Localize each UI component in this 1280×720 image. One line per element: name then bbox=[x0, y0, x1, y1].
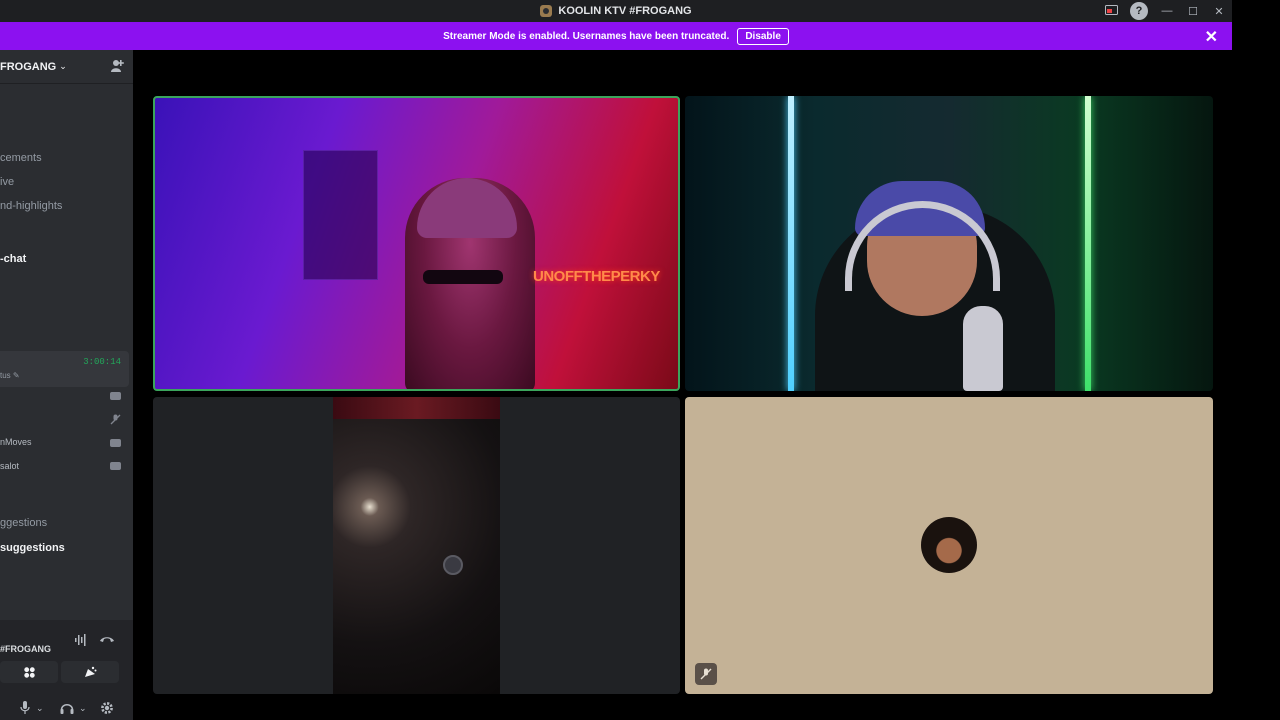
soundboard-icon bbox=[85, 666, 97, 677]
window-title-group: KOOLIN KTV #FROGANG bbox=[540, 5, 692, 17]
banner-message: Streamer Mode is enabled. Usernames have… bbox=[443, 30, 730, 42]
disconnect-icon[interactable] bbox=[99, 632, 115, 646]
video-tile-speaking[interactable]: UNOFFTHEPERKY bbox=[153, 96, 680, 391]
maximize-button[interactable]: ☐ bbox=[1180, 0, 1206, 22]
background-shelf bbox=[303, 150, 378, 280]
channel-sidebar: FROGANG ⌄ cements ive nd-highlights -cha… bbox=[0, 50, 133, 720]
server-header[interactable]: FROGANG ⌄ bbox=[0, 50, 133, 84]
activities-button[interactable] bbox=[0, 661, 58, 683]
led-strip-green bbox=[1085, 96, 1091, 391]
close-window-button[interactable]: ✕ bbox=[1206, 0, 1232, 22]
participant-sunglasses bbox=[423, 270, 503, 284]
participant-microphone bbox=[963, 306, 1003, 391]
voice-status[interactable]: tus ✎ bbox=[0, 371, 20, 380]
muted-mic-icon bbox=[695, 663, 717, 685]
window-title: KOOLIN KTV #FROGANG bbox=[558, 5, 692, 17]
sidebar-item-suggestions-active[interactable]: suggestions bbox=[0, 542, 65, 554]
title-bar: KOOLIN KTV #FROGANG ? — ☐ ✕ bbox=[0, 0, 1232, 22]
chevron-down-icon: ⌄ bbox=[36, 702, 44, 713]
voice-connection-panel: #FROGANG ⌄ ⌄ bbox=[0, 620, 133, 720]
server-icon bbox=[540, 5, 553, 17]
portrait-video-stream bbox=[333, 397, 500, 694]
minimize-button[interactable]: — bbox=[1154, 0, 1180, 22]
mic-control[interactable]: ⌄ bbox=[20, 700, 44, 716]
gear-icon[interactable] bbox=[100, 701, 114, 715]
led-strip-blue bbox=[788, 96, 794, 391]
close-banner-button[interactable]: ✕ bbox=[1205, 27, 1218, 47]
window-controls: ? — ☐ ✕ bbox=[1098, 0, 1232, 22]
sidebar-item-live[interactable]: ive bbox=[0, 176, 14, 188]
red-light-strip bbox=[333, 397, 500, 419]
soundboard-button[interactable] bbox=[61, 661, 119, 683]
sidebar-item-highlights[interactable]: nd-highlights bbox=[0, 200, 62, 212]
muted-mic-icon bbox=[110, 414, 121, 425]
floating-button-icon bbox=[443, 555, 463, 575]
disable-streamer-mode-button[interactable]: Disable bbox=[737, 27, 789, 45]
neon-sign: UNOFFTHEPERKY bbox=[533, 268, 660, 285]
sidebar-item-suggestions[interactable]: ggestions bbox=[0, 517, 47, 529]
microphone-icon bbox=[20, 701, 30, 714]
add-member-icon[interactable] bbox=[110, 59, 124, 73]
help-button[interactable]: ? bbox=[1130, 2, 1148, 20]
headphones-icon bbox=[60, 703, 74, 714]
headset-control[interactable]: ⌄ bbox=[60, 700, 87, 716]
camera-icon bbox=[110, 462, 121, 470]
waveform-icon[interactable] bbox=[74, 634, 88, 646]
server-name: FROGANG bbox=[0, 60, 57, 73]
voice-channel-name[interactable]: #FROGANG bbox=[0, 644, 51, 654]
voice-user[interactable]: salot bbox=[0, 461, 19, 471]
camera-icon bbox=[110, 392, 121, 400]
apps-icon bbox=[23, 666, 35, 678]
video-tile[interactable] bbox=[153, 397, 680, 694]
sidebar-item-announcements[interactable]: cements bbox=[0, 152, 42, 164]
voice-user[interactable]: nMoves bbox=[0, 437, 32, 447]
camera-icon bbox=[110, 439, 121, 447]
streamer-mode-banner: Streamer Mode is enabled. Usernames have… bbox=[0, 22, 1232, 50]
call-timer: 3:00:14 bbox=[83, 357, 121, 367]
sidebar-item-chat[interactable]: -chat bbox=[0, 253, 26, 265]
video-tile[interactable] bbox=[685, 96, 1213, 391]
chevron-down-icon: ⌄ bbox=[79, 702, 87, 713]
avatar-tile[interactable] bbox=[685, 397, 1213, 694]
voice-channel-active[interactable]: 3:00:14 tus ✎ bbox=[0, 351, 129, 387]
avatar bbox=[921, 517, 977, 573]
chevron-down-icon: ⌄ bbox=[59, 61, 67, 71]
screen-share-icon[interactable] bbox=[1098, 0, 1124, 22]
